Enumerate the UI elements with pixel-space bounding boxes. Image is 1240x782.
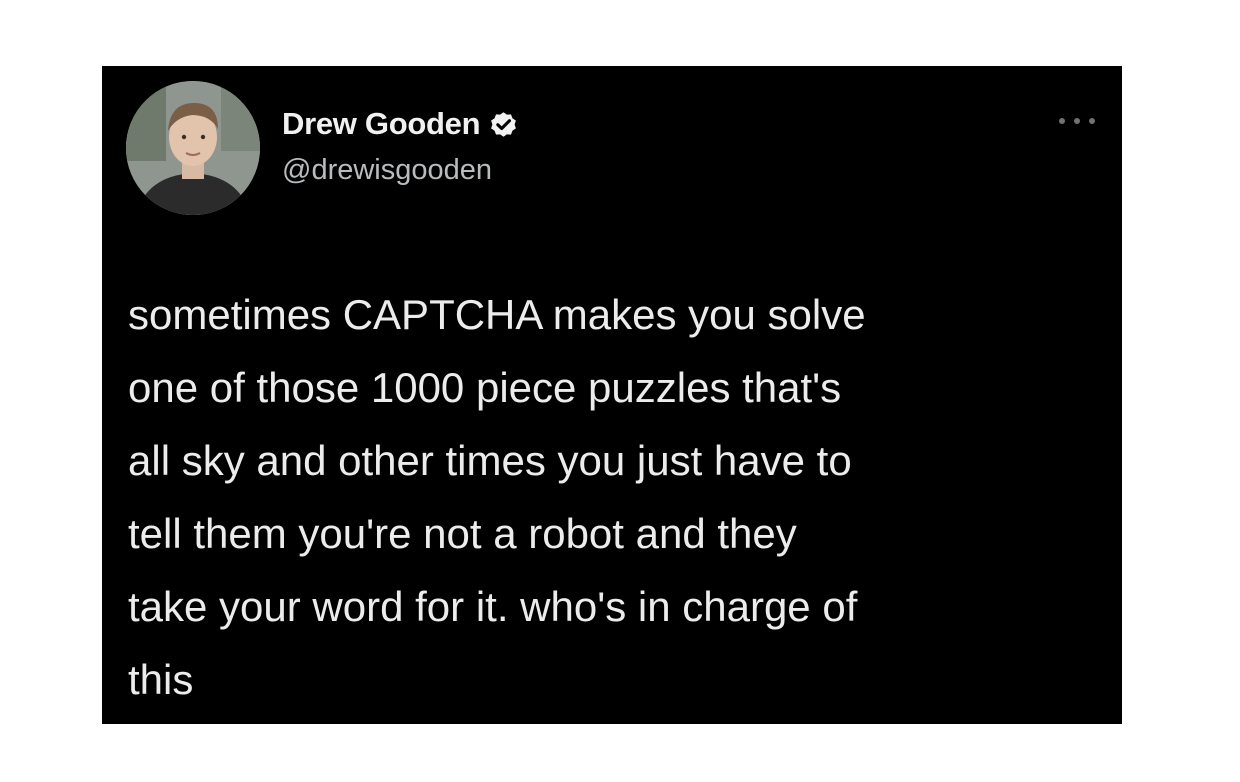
tweet-text: sometimes CAPTCHA makes you solve one of… (128, 278, 1108, 716)
tweet-text-line: tell them you're not a robot and they (128, 510, 797, 557)
avatar[interactable] (126, 81, 260, 215)
display-name[interactable]: Drew Gooden (282, 106, 481, 142)
author-row: Drew Gooden (282, 106, 519, 142)
tweet-text-line: this (128, 656, 194, 703)
author-handle[interactable]: @drewisgooden (282, 154, 492, 187)
tweet-text-line: all sky and other times you just have to (128, 437, 852, 484)
tweet-text-line: take your word for it. who's in charge o… (128, 583, 858, 630)
tweet-text-line: sometimes CAPTCHA makes you solve (128, 291, 866, 338)
verified-badge-icon (488, 109, 519, 140)
tweet-text-line: one of those 1000 piece puzzles that's (128, 364, 842, 411)
more-horizontal-icon[interactable] (1059, 114, 1095, 128)
tweet-card: Drew Gooden @drewisgooden sometimes CAPT… (102, 66, 1122, 724)
